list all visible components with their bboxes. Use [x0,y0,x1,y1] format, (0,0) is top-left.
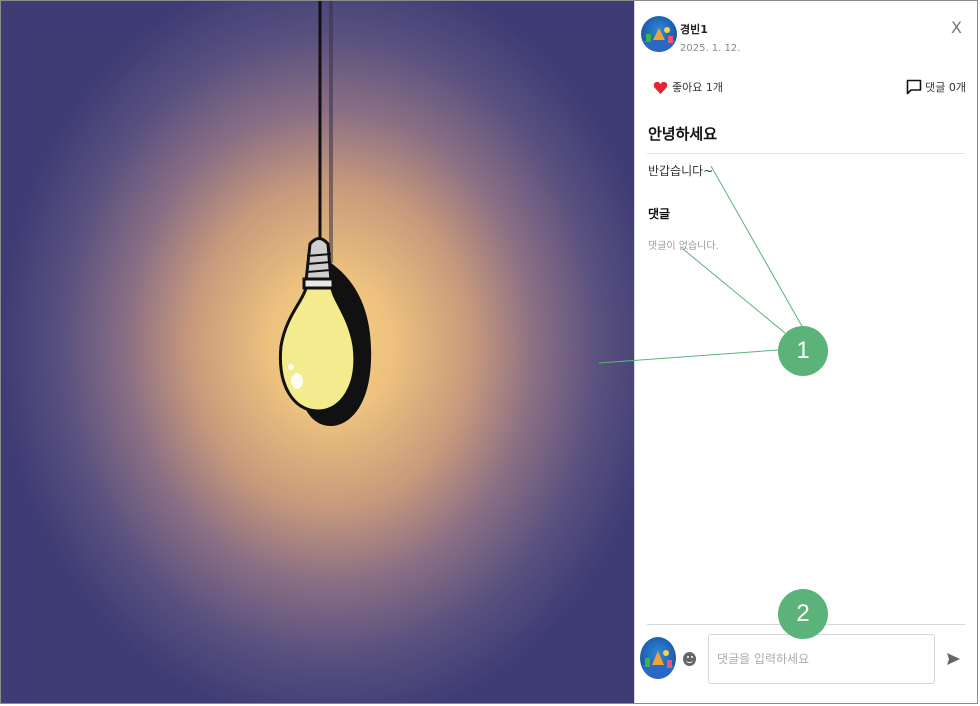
post-date: 2025. 1. 12. [680,43,741,54]
comments-count-button[interactable]: 댓글 0개 [906,77,966,97]
post-detail-modal: 경빈1 2025. 1. 12. X 좋아요 1개 댓글 0개 안녕하세요 반갑… [0,0,978,704]
likes-count: 좋아요 1개 [672,81,723,94]
empty-comments-message: 댓글이 없습니다. [648,241,719,252]
avatar-illustration [640,650,676,679]
divider [647,153,965,154]
annotation-marker-1: 1 [778,326,828,376]
author-avatar[interactable] [641,16,677,52]
author-name[interactable]: 경빈1 [680,21,708,37]
post-image [1,1,634,703]
comment-input[interactable] [708,634,935,684]
comments-heading: 댓글 [648,207,671,221]
commenter-avatar [640,637,676,679]
avatar-illustration [641,27,677,52]
heart-icon [653,81,668,94]
send-button[interactable] [945,651,961,671]
comments-count-label: 댓글 0개 [925,81,966,94]
smiley-icon[interactable] [683,652,696,666]
annotation-marker-2: 2 [778,589,828,639]
post-title: 안녕하세요 [648,125,718,143]
light-bulb-illustration [278,1,372,426]
close-icon: X [951,18,962,37]
post-body: 반갑습니다~ [648,164,714,178]
like-button[interactable]: 좋아요 1개 [653,77,723,97]
send-icon [947,653,960,665]
speech-bubble-icon [906,79,922,95]
close-button[interactable]: X [951,19,962,37]
